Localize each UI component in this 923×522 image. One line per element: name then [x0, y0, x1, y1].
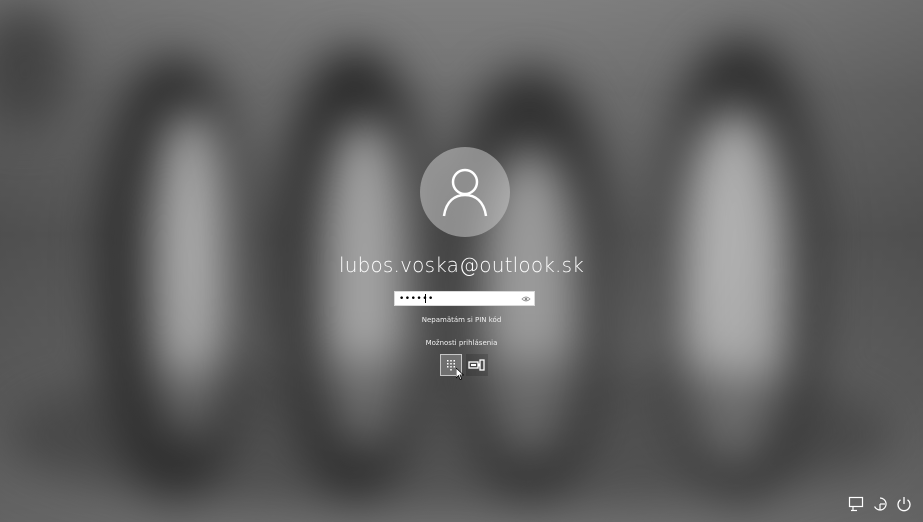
text-caret [425, 294, 426, 303]
pin-input[interactable] [395, 292, 521, 305]
user-name: lubos.voska@outlook.sk [338, 253, 585, 277]
mouse-cursor [456, 368, 464, 380]
sign-in-options-link[interactable]: Možnosti prihlásenia [0, 339, 923, 347]
eye-icon[interactable] [521, 294, 531, 304]
ease-of-access-icon[interactable] [872, 496, 888, 512]
forgot-pin-link[interactable]: Nepamätám si PIN kód [0, 316, 923, 324]
user-avatar [420, 147, 510, 237]
pin-field[interactable] [394, 291, 535, 306]
user-icon [442, 168, 488, 217]
power-icon[interactable] [896, 496, 912, 512]
security-key-option-button[interactable] [466, 354, 488, 376]
network-icon[interactable] [848, 496, 864, 512]
security-key-icon [468, 359, 485, 371]
